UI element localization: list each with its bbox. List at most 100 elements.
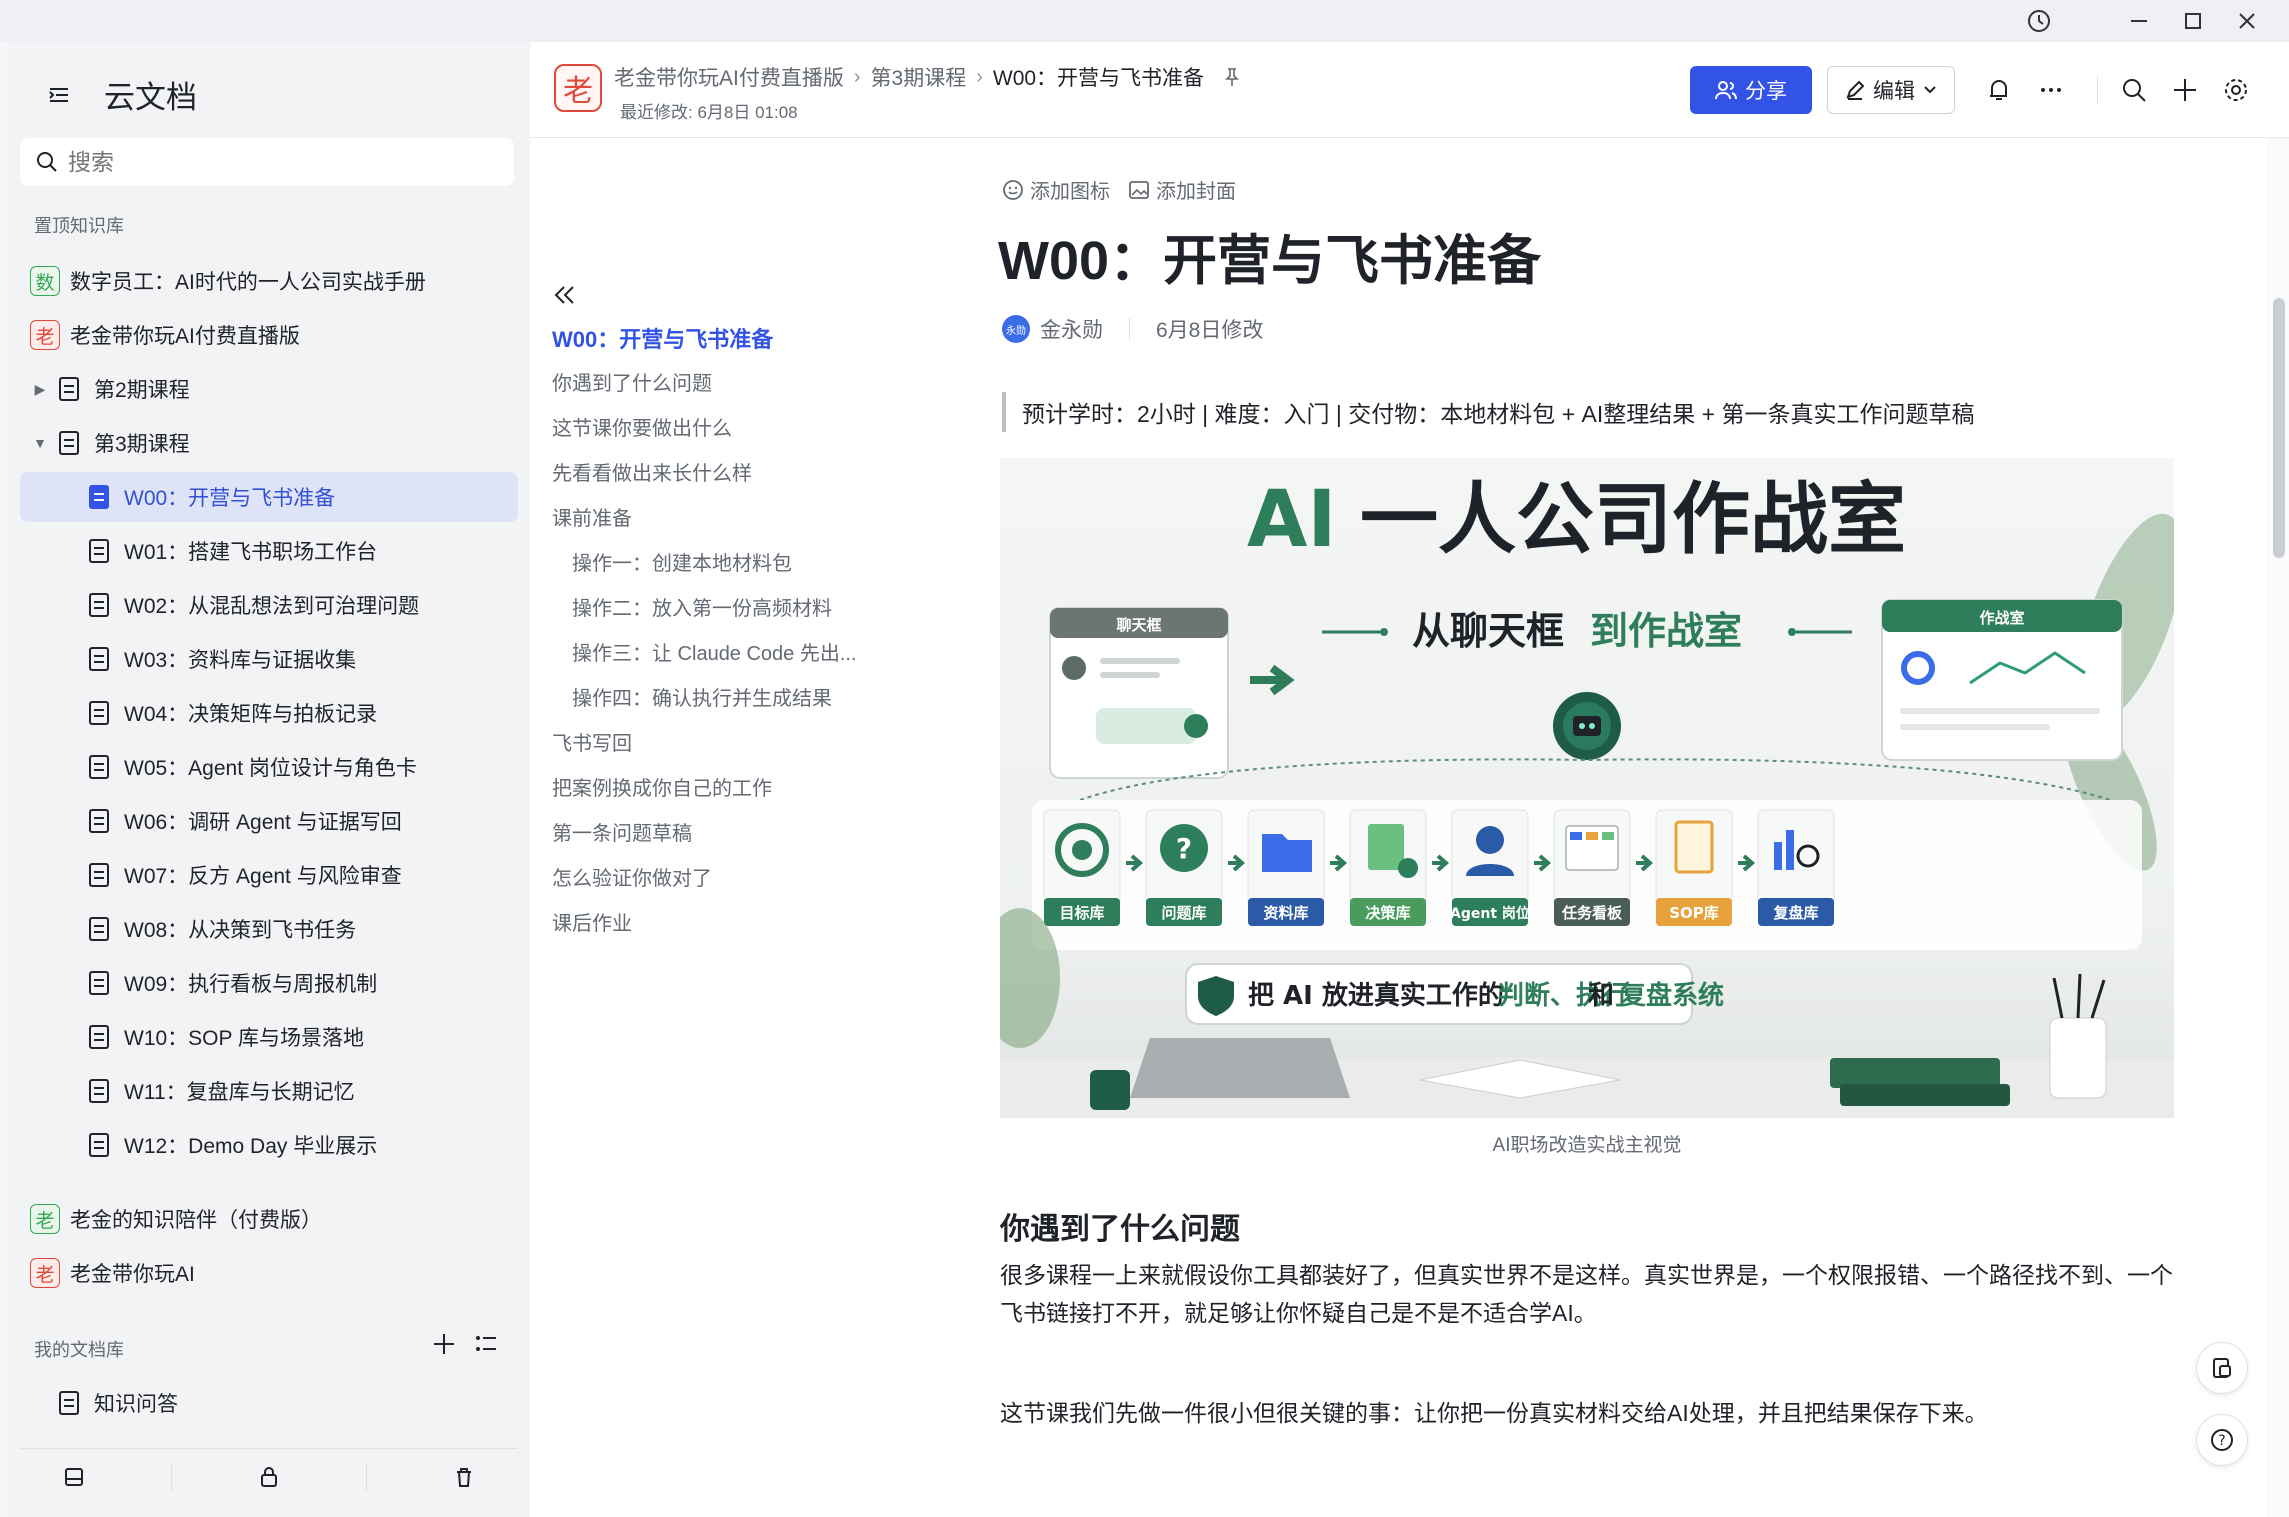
smile-icon [1003, 179, 1023, 200]
toc-item[interactable]: 把案例换成你自己的工作 [552, 772, 772, 801]
minimize-icon[interactable] [2115, 4, 2163, 38]
toc-item[interactable]: 怎么验证你做对了 [552, 862, 712, 891]
document-icon [89, 539, 109, 563]
collapse-sidebar-icon[interactable] [44, 80, 74, 110]
toc-subitem[interactable]: 操作四：确认执行并生成结果 [572, 682, 832, 711]
tree-item-label: 老金带你玩AI [70, 1263, 195, 1286]
maximize-icon[interactable] [2169, 4, 2217, 38]
search-input[interactable] [68, 148, 488, 176]
tree-doc-w08[interactable]: W08：从决策到飞书任务 [20, 904, 518, 954]
tree-item-label: W12：Demo Day 毕业展示 [124, 1135, 378, 1158]
toc-subitem[interactable]: 操作一：创建本地材料包 [572, 547, 792, 576]
document-icon [89, 917, 109, 941]
document-icon [89, 971, 109, 995]
add-cover-button[interactable]: 添加封面 [1128, 175, 1236, 204]
kb-logo[interactable]: 老 [554, 64, 602, 112]
war-room-label: 作战室 [1979, 609, 2024, 627]
tree-item-label: 知识问答 [94, 1393, 178, 1416]
toc-item[interactable]: 这节课你要做出什么 [552, 412, 732, 441]
paragraph[interactable]: 很多课程一上来就假设你工具都装好了，但真实世界不是这样。真实世界是，一个权限报错… [1000, 1256, 2180, 1332]
comment-icon[interactable] [2196, 1342, 2248, 1394]
hero-image[interactable]: AI 一人公司作战室 从聊天框 到作战室 聊天框 作战室 目标库 ? 问题库 资… [1000, 458, 2174, 1118]
tree-item-label: 老金带你玩AI付费直播版 [70, 325, 300, 348]
last-modified: 最近修改: 6月8日 01:08 [620, 103, 798, 122]
tree-doc-w06[interactable]: W06：调研 Agent 与证据写回 [20, 796, 518, 846]
my-docs-section-label: 我的文档库 [34, 1340, 124, 1360]
tree-item-label: W04：决策矩阵与拍板记录 [124, 703, 378, 726]
toc-item[interactable]: 第一条问题草稿 [552, 817, 692, 846]
kb-laojin-companion[interactable]: 老 老金的知识陪伴（付费版） [20, 1194, 518, 1244]
document-icon [89, 1079, 109, 1103]
author-name[interactable]: 金永勋 [1040, 314, 1103, 344]
breadcrumb-item-kb[interactable]: 老金带你玩AI付费直播版 [614, 62, 844, 92]
document-icon [89, 1025, 109, 1049]
archive-icon[interactable] [62, 1465, 86, 1489]
section-heading[interactable]: 你遇到了什么问题 [1000, 1204, 1240, 1248]
tree-doc-w11[interactable]: W11：复盘库与长期记忆 [20, 1066, 518, 1116]
tree-folder-season3[interactable]: ▼ 第3期课程 [20, 418, 518, 468]
document-icon [89, 701, 109, 725]
tree-item-label: W10：SOP 库与场景落地 [124, 1027, 364, 1050]
tree-doc-w00[interactable]: W00：开营与飞书准备 [20, 472, 518, 522]
history-icon[interactable] [2015, 4, 2063, 38]
tree-doc-w05[interactable]: W05：Agent 岗位设计与角色卡 [20, 742, 518, 792]
tree-doc-w03[interactable]: W03：资料库与证据收集 [20, 634, 518, 684]
kb-badge: 老 [30, 1204, 60, 1234]
toc-item[interactable]: W00：开营与飞书准备 [552, 322, 773, 354]
list-icon[interactable] [474, 1332, 498, 1356]
sidebar: 云文档 置顶知识库 数 数字员工：AI时代的一人公司实战手册 老 老金带你玩AI… [8, 42, 530, 1517]
chevron-right-icon: › [976, 65, 983, 88]
tree-item-label: W03：资料库与证据收集 [124, 649, 357, 672]
toc-item[interactable]: 飞书写回 [552, 727, 632, 756]
add-icon-button[interactable]: 添加图标 [1002, 175, 1110, 204]
caret-right-icon[interactable]: ▶ [30, 379, 50, 399]
tree-doc-w04[interactable]: W04：决策矩阵与拍板记录 [20, 688, 518, 738]
tree-doc-w02[interactable]: W02：从混乱想法到可治理问题 [20, 580, 518, 630]
kb-badge: 数 [30, 266, 60, 296]
document-title[interactable]: W00：开营与飞书准备 [998, 216, 1541, 295]
toc-subitem[interactable]: 操作二：放入第一份高频材料 [572, 592, 832, 621]
toc-item[interactable]: 课后作业 [552, 907, 632, 936]
image-caption: AI职场改造实战主视觉 [1492, 1135, 1682, 1156]
scrollbar[interactable] [2267, 138, 2289, 1517]
add-icon[interactable] [432, 1332, 456, 1356]
tree-doc-w09[interactable]: W09：执行看板与周报机制 [20, 958, 518, 1008]
window-title-bar [0, 0, 2289, 42]
avatar[interactable]: 永勋 [1002, 315, 1030, 343]
chevron-right-icon: › [853, 65, 861, 88]
svg-text:?: ? [1176, 832, 1192, 865]
chat-box-label: 聊天框 [1116, 616, 1161, 634]
toc-item[interactable]: 先看看做出来长什么样 [552, 457, 752, 486]
kb-laojin-ai[interactable]: 老 老金带你玩AI [20, 1248, 518, 1298]
tree-doc-w10[interactable]: W10：SOP 库与场景落地 [20, 1012, 518, 1062]
tree-doc-w07[interactable]: W07：反方 Agent 与风险审查 [20, 850, 518, 900]
tree-item-label: W00：开营与飞书准备 [124, 487, 336, 510]
breadcrumb-item-season[interactable]: 第3期课程 [871, 62, 967, 92]
add-icon-label: 添加图标 [1030, 181, 1110, 203]
tree-item-label: 数字员工：AI时代的一人公司实战手册 [70, 271, 426, 294]
tree-folder-season2[interactable]: ▶ 第2期课程 [20, 364, 518, 414]
lock-icon[interactable] [257, 1465, 281, 1489]
tree-doc-w01[interactable]: W01：搭建飞书职场工作台 [20, 526, 518, 576]
toc-item[interactable]: 你遇到了什么问题 [552, 367, 712, 396]
toc-subitem[interactable]: 操作三：让 Claude Code 先出... [572, 637, 857, 666]
banner-part-d: 复盘系统 [1620, 980, 1724, 1011]
paragraph[interactable]: 这节课我们先做一件很小但很关键的事：让你把一份真实材料交给AI处理，并且把结果保… [1000, 1394, 2180, 1432]
caret-down-icon[interactable]: ▼ [30, 433, 50, 453]
help-icon[interactable]: ? [2196, 1414, 2248, 1466]
trash-icon[interactable] [452, 1465, 476, 1489]
tree-doc-w12[interactable]: W12：Demo Day 毕业展示 [20, 1120, 518, 1170]
search-box[interactable] [20, 138, 514, 186]
close-icon[interactable] [2223, 4, 2271, 38]
toc-item[interactable]: 课前准备 [552, 502, 632, 531]
collapse-toc-icon[interactable] [552, 282, 578, 308]
add-cover-label: 添加封面 [1156, 181, 1236, 203]
scroll-thumb[interactable] [2273, 298, 2285, 558]
my-doc-qa[interactable]: 知识问答 [20, 1378, 518, 1428]
tree-item-label: 第2期课程 [94, 379, 190, 402]
pinned-kb-digital-staff[interactable]: 数 数字员工：AI时代的一人公司实战手册 [20, 256, 518, 306]
pinned-kb-laojin-paid[interactable]: 老 老金带你玩AI付费直播版 [20, 310, 518, 360]
module-label: SOP库 [1669, 904, 1719, 922]
quote-block: 预计学时：2小时 | 难度：入门 | 交付物：本地材料包 + AI整理结果 + … [1002, 392, 1974, 432]
document-icon [89, 863, 109, 887]
